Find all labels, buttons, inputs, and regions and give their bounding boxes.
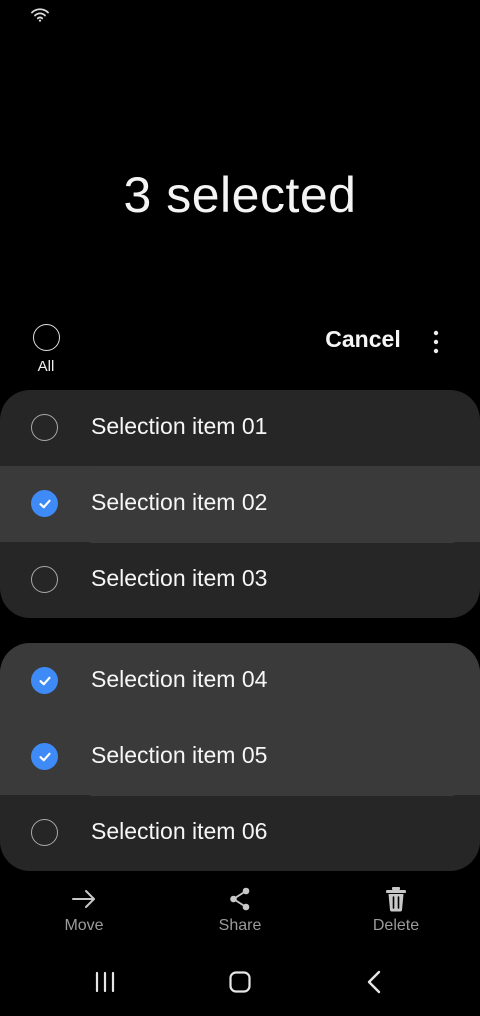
- cancel-button[interactable]: Cancel: [318, 326, 408, 356]
- list-item-label: Selection item 04: [91, 666, 268, 692]
- item-checkbox[interactable]: [31, 566, 59, 594]
- select-all-checkbox[interactable]: All: [30, 324, 62, 380]
- delete-label: Delete: [372, 917, 420, 934]
- back-icon[interactable]: [358, 967, 392, 997]
- list-item-label: Selection item 01: [91, 413, 268, 439]
- status-bar: [0, 0, 480, 32]
- item-checkbox[interactable]: [31, 743, 59, 771]
- unchecked-circle-icon: [31, 566, 58, 593]
- checkmark-icon: [38, 676, 51, 685]
- select-all-label: All: [37, 358, 55, 375]
- list-item-label: Selection item 03: [91, 565, 268, 591]
- wifi-icon: [31, 8, 49, 22]
- checked-circle-icon: [31, 667, 58, 694]
- list-item-label: Selection item 02: [91, 489, 268, 515]
- list-item[interactable]: Selection item 03: [0, 542, 480, 618]
- list-item[interactable]: Selection item 06: [0, 795, 480, 871]
- item-checkbox[interactable]: [31, 667, 59, 695]
- more-vertical-icon[interactable]: [424, 328, 448, 356]
- unchecked-circle-icon: [31, 414, 58, 441]
- checked-circle-icon: [31, 490, 58, 517]
- checkmark-icon: [38, 499, 51, 508]
- unchecked-circle-icon: [31, 819, 58, 846]
- share-button[interactable]: Share: [190, 880, 290, 935]
- trash-icon: [386, 887, 406, 912]
- select-all-radio[interactable]: [32, 324, 60, 351]
- move-label: Move: [64, 917, 104, 934]
- list-item[interactable]: Selection item 02: [0, 466, 480, 542]
- arrow-right-icon: [72, 890, 95, 908]
- share-icon: [230, 887, 250, 911]
- list-item[interactable]: Selection item 05: [0, 719, 480, 795]
- share-label: Share: [218, 917, 262, 934]
- item-checkbox[interactable]: [31, 819, 59, 847]
- delete-button[interactable]: Delete: [346, 880, 446, 935]
- list-item-label: Selection item 06: [91, 818, 268, 844]
- list-item-label: Selection item 05: [91, 742, 268, 768]
- checked-circle-icon: [31, 743, 58, 770]
- selection-group-2: Selection item 04 Selection item 05 Sele…: [0, 643, 480, 871]
- recents-icon[interactable]: [88, 967, 122, 997]
- home-icon[interactable]: [223, 967, 257, 997]
- selection-group-1: Selection item 01 Selection item 02 Sele…: [0, 390, 480, 618]
- item-checkbox[interactable]: [31, 490, 59, 518]
- checkmark-icon: [38, 752, 51, 761]
- list-item[interactable]: Selection item 01: [0, 390, 480, 466]
- bottom-action-bar: Move Share Delete: [0, 880, 480, 944]
- item-checkbox[interactable]: [31, 414, 59, 442]
- move-button[interactable]: Move: [34, 880, 134, 935]
- list-item[interactable]: Selection item 04: [0, 643, 480, 719]
- navigation-bar: [0, 952, 480, 1016]
- page-title: 3 selected: [123, 167, 357, 223]
